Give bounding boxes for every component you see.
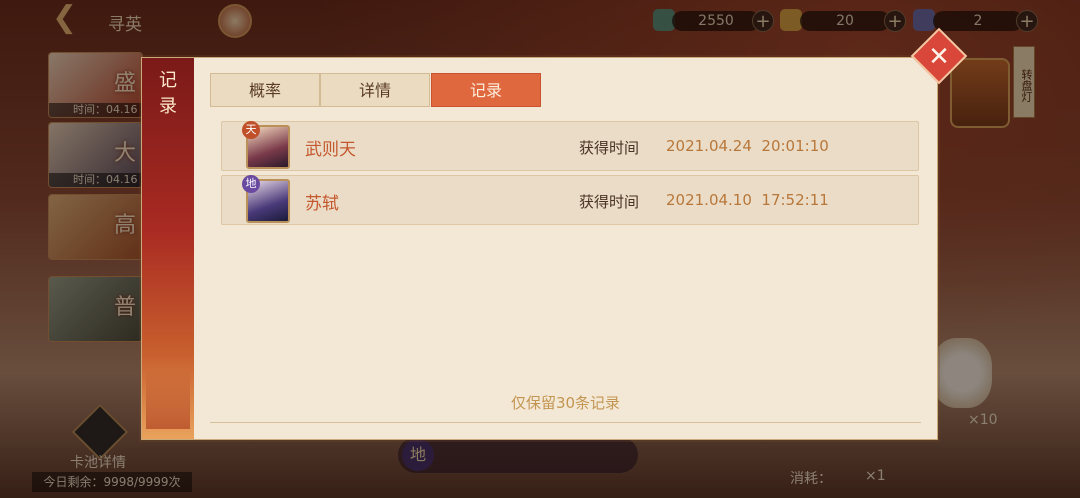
- close-icon: ✕: [928, 42, 950, 72]
- obtain-time: 2021.04.10 17:52:11: [666, 191, 829, 209]
- side-title-text: 记录: [159, 70, 177, 117]
- character-name: 苏轼: [305, 194, 339, 214]
- obtain-time-label: 获得时间: [579, 193, 640, 211]
- retention-note: 仅保留30条记录: [510, 394, 621, 412]
- modal-body: 概率 详情 记录 天 武则天 获得时间 2021.04.24 20:01:10 …: [194, 58, 937, 439]
- list-item: 地 苏轼 获得时间 2021.04.10 17:52:11: [221, 175, 919, 225]
- obtain-time: 2021.04.24 20:01:10: [666, 137, 829, 155]
- pagoda-decoration: [146, 369, 190, 429]
- character-name: 武则天: [305, 140, 356, 160]
- modal-side-title: 记录: [142, 68, 194, 120]
- tier-badge: 地: [242, 175, 260, 193]
- tab-details[interactable]: 详情: [320, 73, 430, 107]
- list-item: 天 武则天 获得时间 2021.04.24 20:01:10: [221, 121, 919, 171]
- tab-probability[interactable]: 概率: [210, 73, 320, 107]
- tier-badge: 天: [242, 121, 260, 139]
- bottom-divider: [210, 422, 921, 423]
- tab-records[interactable]: 记录: [431, 73, 541, 107]
- record-modal: 记录 概率 详情 记录 天 武则天 获得时间 2021.04.24 20:01:…: [141, 57, 938, 440]
- modal-side-banner: 记录: [142, 58, 194, 439]
- obtain-time-label: 获得时间: [579, 139, 640, 157]
